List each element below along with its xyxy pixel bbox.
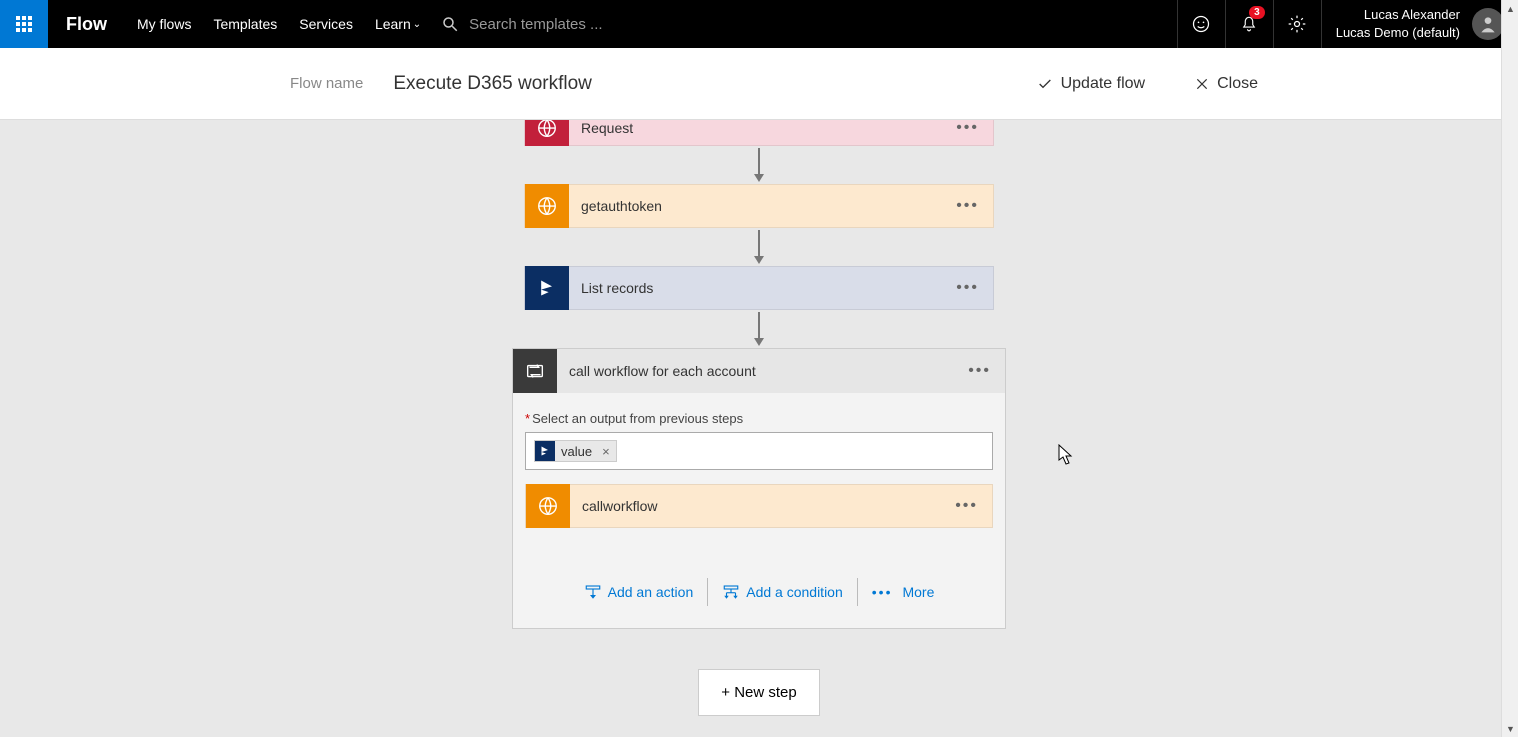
step-request-title: Request [569,120,956,136]
globe-icon [537,495,559,517]
nav-learn[interactable]: Learn⌄ [375,16,421,32]
flow-name-value[interactable]: Execute D365 workflow [393,73,592,95]
user-menu[interactable]: Lucas Alexander Lucas Demo (default) [1321,0,1518,48]
subheader: Flow name Execute D365 workflow Update f… [0,48,1518,120]
step-list-records-title: List records [569,280,956,296]
check-icon [1037,76,1053,92]
nav-services[interactable]: Services [299,16,353,32]
repeat-icon [524,360,546,382]
user-text: Lucas Alexander Lucas Demo (default) [1336,6,1460,42]
step-callworkflow-more[interactable]: ••• [955,497,992,515]
flow-name-label: Flow name [290,75,363,92]
update-flow-label: Update flow [1061,75,1146,93]
person-icon [1478,14,1498,34]
add-action-button[interactable]: Add an action [576,579,702,605]
separator [857,578,858,606]
globe-icon [536,120,558,139]
http-icon [526,484,570,528]
add-action-icon [584,583,602,601]
arrow-connector [753,228,765,266]
notification-badge: 3 [1249,6,1265,19]
output-input[interactable]: value × [525,432,993,470]
loop-icon [513,349,557,393]
foreach-actions: Add an action Add a condition ••• More [525,528,993,620]
subheader-actions: Update flow Close [1037,75,1488,93]
more-dots-icon: ••• [872,584,893,600]
app-launcher[interactable] [0,0,48,48]
http-icon [525,184,569,228]
brand-label[interactable]: Flow [48,14,127,35]
step-request[interactable]: Request ••• [524,120,994,146]
waffle-icon [16,16,32,32]
nav-my-flows[interactable]: My flows [137,16,191,32]
nav-links: My flows Templates Services Learn⌄ [127,16,421,32]
tenant-name: Lucas Demo (default) [1336,24,1460,42]
token-label: value [561,444,596,459]
more-label: More [902,584,934,600]
add-condition-button[interactable]: Add a condition [714,579,851,605]
step-request-more[interactable]: ••• [956,120,993,137]
step-callworkflow-title: callworkflow [570,498,955,514]
user-name: Lucas Alexander [1336,6,1460,24]
nav-templates[interactable]: Templates [213,16,277,32]
token-value: value × [534,440,617,462]
new-step-button[interactable]: + New step [698,669,819,716]
smiley-icon [1191,14,1211,34]
globe-icon [536,195,558,217]
feedback-button[interactable] [1177,0,1225,48]
foreach-more[interactable]: ••• [968,362,1005,380]
add-action-label: Add an action [608,584,694,600]
nav-learn-label: Learn [375,16,411,32]
separator [707,578,708,606]
more-button[interactable]: ••• More [864,580,943,604]
avatar [1472,8,1504,40]
output-label: *Select an output from previous steps [525,411,993,426]
dynamics-token-icon [535,441,555,461]
close-button[interactable]: Close [1195,75,1258,93]
foreach-body: *Select an output from previous steps va… [513,393,1005,628]
dynamics-icon [525,266,569,310]
step-list-records-more[interactable]: ••• [956,279,993,297]
step-list-records[interactable]: List records ••• [524,266,994,310]
request-icon [525,120,569,146]
vertical-scrollbar[interactable]: ▲ ▼ [1501,0,1518,737]
search-wrap [441,15,769,33]
flow-column: Request ••• getauthtoken ••• List record… [519,120,999,716]
top-nav: Flow My flows Templates Services Learn⌄ … [0,0,1518,48]
search-input[interactable] [469,16,769,33]
close-label: Close [1217,75,1258,93]
settings-button[interactable] [1273,0,1321,48]
update-flow-button[interactable]: Update flow [1037,75,1146,93]
step-getauthtoken[interactable]: getauthtoken ••• [524,184,994,228]
token-remove[interactable]: × [596,444,616,459]
close-icon [1195,77,1209,91]
arrow-connector [753,310,765,348]
search-icon [441,15,459,33]
flow-canvas[interactable]: Request ••• getauthtoken ••• List record… [0,120,1518,737]
step-getauthtoken-more[interactable]: ••• [956,197,993,215]
dynamics-logo-icon [537,278,557,298]
foreach-header[interactable]: call workflow for each account ••• [513,349,1005,393]
scroll-up[interactable]: ▲ [1502,0,1518,17]
step-getauthtoken-title: getauthtoken [569,198,956,214]
gear-icon [1287,14,1307,34]
arrow-connector [753,146,765,184]
output-label-text: Select an output from previous steps [532,411,743,426]
chevron-down-icon: ⌄ [413,19,421,30]
step-callworkflow[interactable]: callworkflow ••• [525,484,993,528]
add-condition-icon [722,583,740,601]
topbar-right: 3 Lucas Alexander Lucas Demo (default) [1177,0,1518,48]
foreach-title: call workflow for each account [557,363,968,379]
add-condition-label: Add a condition [746,584,843,600]
foreach-container: call workflow for each account ••• *Sele… [512,348,1006,629]
scroll-down[interactable]: ▼ [1502,720,1518,737]
notifications-button[interactable]: 3 [1225,0,1273,48]
